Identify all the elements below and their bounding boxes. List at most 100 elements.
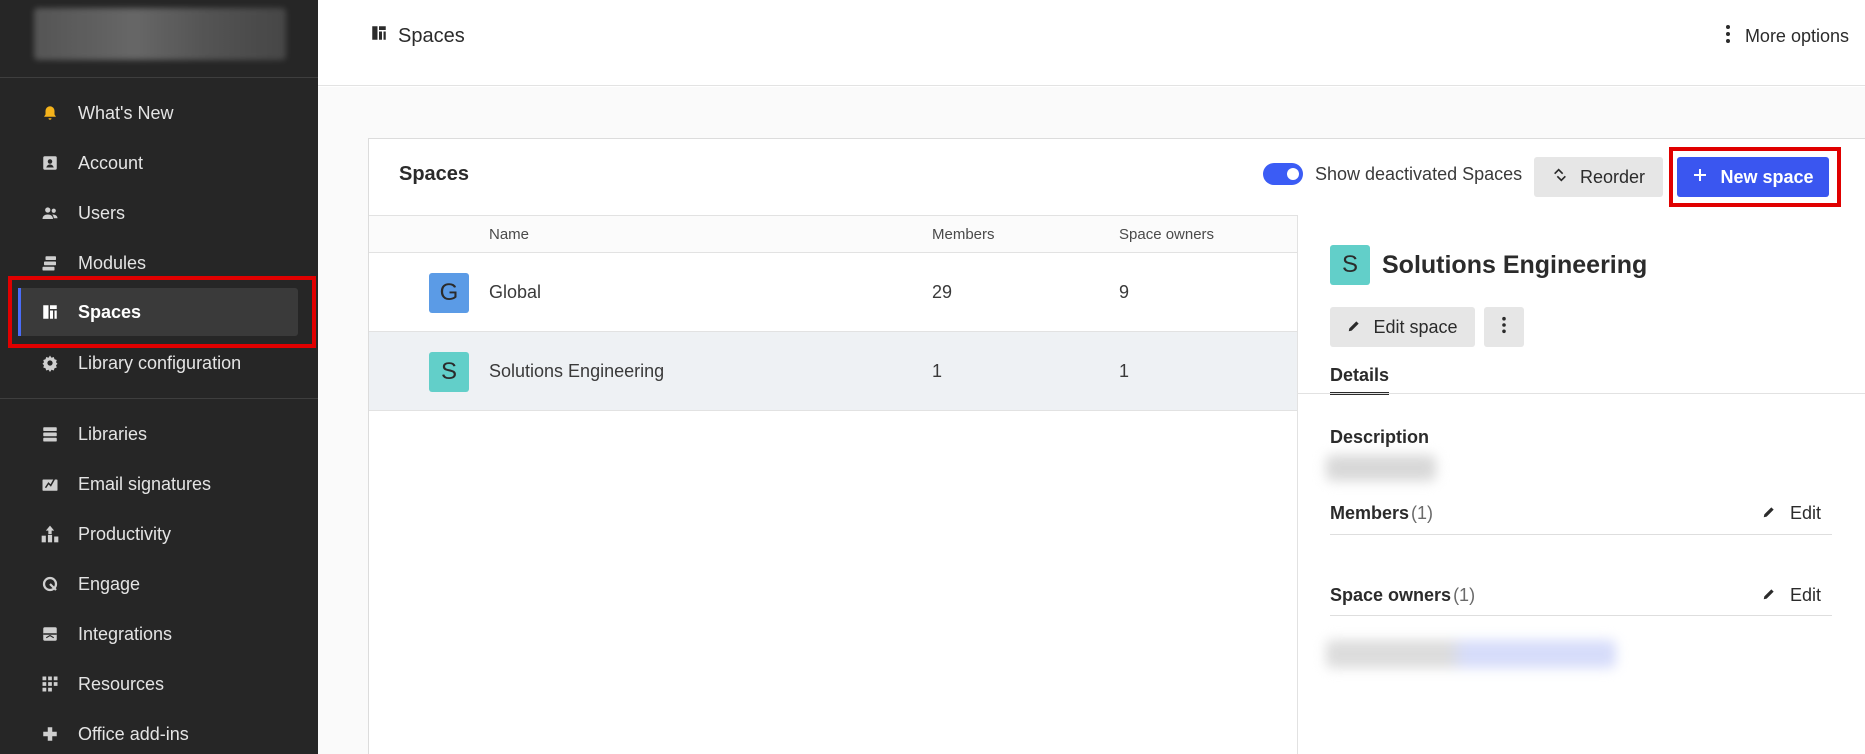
edit-owners-label: Edit <box>1789 585 1821 605</box>
more-options-label: More options <box>1744 26 1849 46</box>
members-count: 29 <box>932 282 953 302</box>
office-addins-icon <box>40 724 60 744</box>
edit-members-button[interactable]: Edit <box>1762 503 1821 524</box>
account-icon <box>40 153 60 173</box>
members-section-label: Members (1) <box>1330 503 1433 524</box>
sidebar-item-label: Libraries <box>78 423 148 444</box>
sidebar-item-users[interactable]: Users <box>18 189 298 237</box>
spaces-icon <box>40 302 60 322</box>
top-bar: Spaces More options <box>318 0 1865 86</box>
space-actions-menu-button[interactable] <box>1484 307 1524 347</box>
new-space-label: New space <box>1720 166 1814 187</box>
space-avatar: S <box>1330 245 1370 285</box>
new-space-button[interactable]: New space <box>1677 157 1829 197</box>
members-count: 1 <box>932 361 943 381</box>
spaces-card: Spaces Show deactivated Spaces Reorder N… <box>368 138 1865 754</box>
space-detail-title: Solutions Engineering <box>1382 251 1648 279</box>
owners-section-label: Space owners (1) <box>1330 585 1475 606</box>
more-options-button[interactable]: More options <box>1725 24 1849 49</box>
sidebar-item-email-signatures[interactable]: Email signatures <box>18 460 298 508</box>
modules-icon <box>40 253 60 273</box>
space-name: Solutions Engineering <box>489 361 665 381</box>
table-header: Name Members Space owners <box>369 215 1297 253</box>
sidebar-item-resources[interactable]: Resources <box>18 660 298 708</box>
column-header-name[interactable]: Name <box>489 226 529 243</box>
column-header-members[interactable]: Members <box>932 226 995 243</box>
edit-owners-button[interactable]: Edit <box>1762 585 1821 606</box>
card-title: Spaces <box>399 163 470 185</box>
sidebar-item-label: Modules <box>78 252 147 273</box>
sidebar-item-modules[interactable]: Modules <box>18 239 298 287</box>
sidebar-item-label: What's New <box>78 102 174 123</box>
kebab-icon <box>1501 316 1507 339</box>
sidebar-item-label: Integrations <box>78 623 173 644</box>
reorder-button[interactable]: Reorder <box>1534 157 1663 197</box>
space-detail-panel: S Solutions Engineering Edit space Detai… <box>1297 215 1865 754</box>
owners-count: 1 <box>1119 361 1130 381</box>
sidebar-divider <box>0 398 318 399</box>
sidebar-item-libraries[interactable]: Libraries <box>18 410 298 458</box>
sidebar-item-productivity[interactable]: Productivity <box>18 510 298 558</box>
pencil-icon <box>1762 503 1776 524</box>
sidebar-item-account[interactable]: Account <box>18 139 298 187</box>
sidebar-item-library-configuration[interactable]: Library configuration <box>18 339 298 387</box>
sidebar-item-label: Users <box>78 202 126 223</box>
owners-label: Space owners <box>1330 585 1452 605</box>
edit-space-label: Edit space <box>1373 316 1458 337</box>
sidebar-item-whats-new[interactable]: What's New <box>18 89 298 137</box>
engage-icon <box>40 574 60 594</box>
space-name: Global <box>489 282 542 302</box>
sidebar-item-label: Library configuration <box>78 352 242 373</box>
sidebar-item-label: Email signatures <box>78 473 212 494</box>
sidebar-item-label: Resources <box>78 673 165 694</box>
owners-count: (1) <box>1453 585 1476 605</box>
sidebar-item-label: Engage <box>78 573 141 594</box>
spaces-icon <box>370 24 388 48</box>
members-divider <box>1330 534 1832 535</box>
sidebar-item-integrations[interactable]: Integrations <box>18 610 298 658</box>
sidebar-item-label: Office add-ins <box>78 723 189 744</box>
sidebar-item-label: Spaces <box>78 301 142 322</box>
edit-space-button[interactable]: Edit space <box>1330 307 1475 347</box>
owner-redacted <box>1326 640 1616 668</box>
users-icon <box>40 203 60 223</box>
sidebar: What's New Account Users Modules Spaces … <box>0 0 318 754</box>
productivity-icon <box>40 524 60 544</box>
toggle-knob <box>1287 168 1299 180</box>
email-signature-icon <box>40 474 60 494</box>
space-avatar: G <box>429 273 469 313</box>
toggle-label: Show deactivated Spaces <box>1315 163 1523 184</box>
logo <box>34 8 286 60</box>
sidebar-item-spaces[interactable]: Spaces <box>18 288 298 336</box>
page-title-text: Spaces <box>398 24 465 47</box>
table-row[interactable]: G Global 29 9 <box>369 253 1297 332</box>
tab-details[interactable]: Details <box>1330 365 1390 395</box>
owners-divider <box>1330 615 1832 616</box>
table-row[interactable]: S Solutions Engineering 1 1 <box>369 332 1297 411</box>
pencil-icon <box>1762 585 1776 606</box>
sidebar-item-label: Productivity <box>78 523 172 544</box>
show-deactivated-toggle[interactable]: Show deactivated Spaces <box>1263 163 1522 185</box>
page-title: Spaces <box>370 24 465 48</box>
members-count: (1) <box>1411 503 1434 523</box>
spaces-table: Name Members Space owners G Global 29 9 … <box>369 215 1297 411</box>
description-label: Description <box>1330 427 1430 447</box>
sidebar-divider <box>0 77 318 78</box>
sidebar-item-label: Account <box>78 152 144 173</box>
tab-divider <box>1298 393 1865 394</box>
sidebar-item-office-add-ins[interactable]: Office add-ins <box>18 710 298 754</box>
column-header-space-owners[interactable]: Space owners <box>1119 226 1214 243</box>
plus-icon <box>1692 167 1708 188</box>
resources-icon <box>40 674 60 694</box>
bell-icon <box>40 103 60 123</box>
sidebar-item-engage[interactable]: Engage <box>18 560 298 608</box>
space-avatar: S <box>429 352 469 392</box>
toggle-switch[interactable] <box>1263 163 1303 185</box>
description-redacted <box>1326 455 1436 481</box>
gear-icon <box>40 353 60 373</box>
integrations-icon <box>40 624 60 644</box>
reorder-icon <box>1552 167 1568 188</box>
pencil-icon <box>1347 317 1361 338</box>
reorder-label: Reorder <box>1579 166 1646 187</box>
edit-members-label: Edit <box>1789 503 1821 523</box>
